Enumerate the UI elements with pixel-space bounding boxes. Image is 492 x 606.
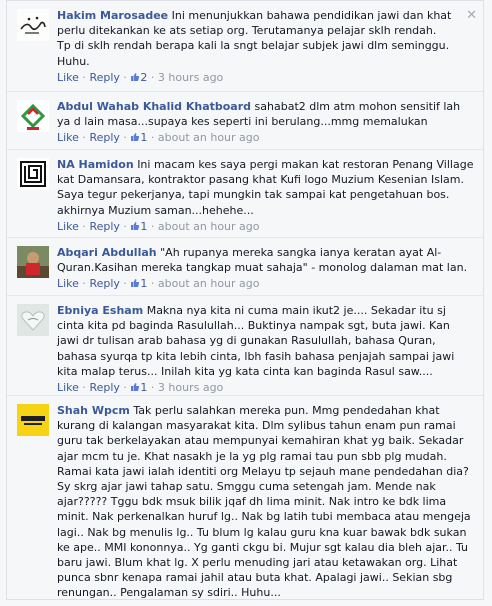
reply-button[interactable]: Reply: [89, 381, 119, 394]
comment-author[interactable]: Abdul Wahab Khalid Khatboard: [57, 100, 251, 113]
comment-author[interactable]: NA Hamidon: [57, 158, 134, 171]
reply-button[interactable]: Reply: [89, 277, 119, 290]
like-button[interactable]: Like: [57, 220, 79, 233]
thumbs-up-icon: [131, 279, 140, 288]
calligraphy-avatar-icon: [17, 9, 49, 41]
comments-panel: ✕ Hakim Marosadee Ini menunjukkan bahawa…: [6, 0, 484, 600]
like-button[interactable]: Like: [57, 131, 79, 144]
comment-author[interactable]: Abqari Abdullah: [57, 246, 157, 259]
thumbs-up-icon: [131, 72, 140, 81]
thumbs-up-icon: [131, 133, 140, 142]
comment-item: ✕ Hakim Marosadee Ini menunjukkan bahawa…: [7, 1, 483, 91]
reply-button[interactable]: Reply: [89, 131, 119, 144]
like-count[interactable]: 1: [130, 277, 147, 290]
avatar[interactable]: [17, 304, 49, 336]
comment-author[interactable]: Shah Wpcm: [57, 404, 130, 417]
yellow-logo-avatar-icon: [17, 404, 49, 436]
comment-timestamp[interactable]: about an hour ago: [158, 277, 260, 290]
like-count[interactable]: 1: [130, 220, 147, 233]
comment-item: NA Hamidon Ini macam kes saya pergi maka…: [7, 149, 483, 238]
like-button[interactable]: Like: [57, 277, 79, 290]
comment-text: Tak perlu salahkan mereka pun. Mmg pende…: [57, 404, 471, 600]
avatar[interactable]: [17, 100, 49, 132]
like-button[interactable]: Like: [57, 381, 79, 394]
comment-timestamp[interactable]: 3 hours ago: [158, 381, 223, 394]
comment-actions: Like · Reply · 1 · about an hour ago: [57, 277, 260, 291]
avatar[interactable]: [17, 404, 49, 436]
thumbs-up-icon: [131, 221, 140, 230]
comment-item: Abdul Wahab Khalid Khatboard sahabat2 dl…: [7, 91, 483, 150]
like-count[interactable]: 2: [130, 71, 147, 84]
comment-timestamp[interactable]: about an hour ago: [158, 220, 260, 233]
reply-button[interactable]: Reply: [89, 71, 119, 84]
comment-author[interactable]: Ebniya Esham: [57, 304, 143, 317]
like-count[interactable]: 1: [130, 131, 147, 144]
comment-author[interactable]: Hakim Marosadee: [57, 9, 168, 22]
comment-item: Ebniya Esham Makna nya kita ni cuma main…: [7, 295, 483, 396]
avatar[interactable]: [17, 246, 49, 278]
kufi-logo-avatar-icon: [17, 158, 49, 190]
avatar[interactable]: [17, 158, 49, 190]
comment-actions: Like · Reply · 1 · about an hour ago: [57, 131, 260, 145]
comment-timestamp[interactable]: 3 hours ago: [158, 71, 223, 84]
photo-avatar-icon: [17, 246, 49, 278]
reply-button[interactable]: Reply: [89, 220, 119, 233]
like-button[interactable]: Like: [57, 71, 79, 84]
heart-avatar-icon: [17, 304, 49, 336]
avatar[interactable]: [17, 9, 49, 41]
comment-item: Abqari Abdullah "Ah rupanya mereka sangk…: [7, 237, 483, 296]
like-count[interactable]: 1: [130, 381, 147, 394]
green-red-logo-avatar-icon: [17, 100, 49, 132]
comment-actions: Like · Reply · 2 · 3 hours ago: [57, 70, 224, 84]
comment-item: Shah Wpcm Tak perlu salahkan mereka pun.…: [7, 395, 483, 600]
comment-timestamp[interactable]: about an hour ago: [158, 131, 260, 144]
comment-actions: Like · Reply · 1 · about an hour ago: [57, 219, 260, 233]
thumbs-up-icon: [131, 383, 140, 392]
comment-actions: Like · Reply · 1 · 3 hours ago: [57, 381, 224, 395]
